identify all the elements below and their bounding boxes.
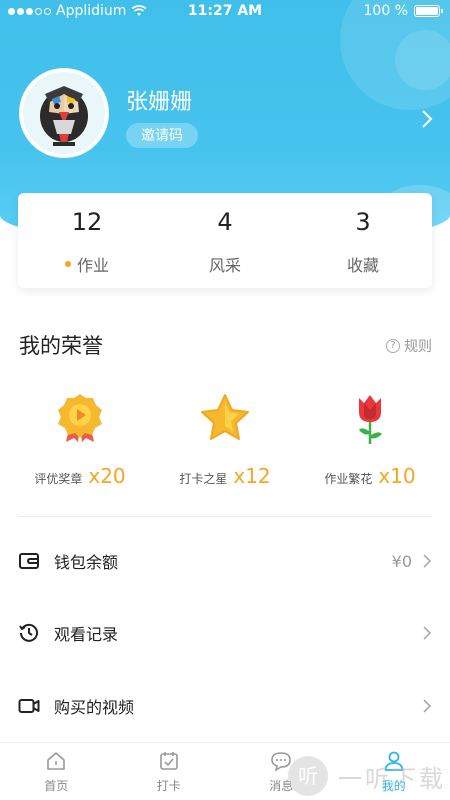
rules-label: 规则 (404, 339, 432, 355)
stat-value: 3 (355, 208, 371, 236)
watermark: 听 一听下载 (286, 754, 446, 798)
stat-value: 12 (71, 208, 103, 236)
wallet-balance: ¥0 (391, 551, 412, 571)
stat-label: 收藏 (346, 256, 379, 275)
history-icon (19, 623, 38, 642)
menu-purchased-videos[interactable]: 购买的视频 (0, 684, 450, 728)
honor-count: x12 (233, 464, 271, 488)
avatar[interactable] (19, 68, 109, 158)
home-icon (47, 752, 66, 770)
tab-label: 打卡 (156, 779, 181, 793)
unread-dot (64, 261, 71, 267)
chevron-right-icon (423, 626, 432, 640)
rules-link[interactable]: ? 规则 (386, 336, 432, 356)
stat-label: 作业 (76, 256, 109, 275)
profile-chevron-right-icon[interactable] (420, 108, 434, 130)
honor-flower[interactable]: 作业繁花 x10 (295, 390, 445, 488)
menu-label: 观看记录 (54, 625, 119, 644)
stat-showcase[interactable]: 4 风采 (156, 193, 294, 288)
tab-home[interactable]: 首页 (0, 743, 113, 800)
watermark-text: 一听下载 (338, 764, 446, 793)
chevron-right-icon (423, 554, 432, 568)
stats-card: 12 作业 4 风采 3 收藏 (18, 193, 432, 288)
tab-label: 首页 (44, 779, 69, 793)
watermark-logo-icon: 听 (288, 756, 328, 796)
question-icon: ? (386, 339, 400, 353)
honor-medal[interactable]: 评优奖章 x20 (5, 390, 155, 488)
user-name: 张姗姗 (126, 90, 193, 115)
honors-title: 我的荣誉 (19, 334, 103, 358)
stat-value: 4 (217, 208, 233, 236)
honor-name: 打卡之星 (179, 472, 228, 486)
battery-percent: 100 % (363, 3, 408, 19)
watermark-icon-glyph: 听 (298, 764, 318, 788)
calendar-check-icon (159, 752, 178, 770)
star-icon (201, 394, 249, 440)
stat-favorites[interactable]: 3 收藏 (294, 193, 432, 288)
stat-homework[interactable]: 12 作业 (18, 193, 156, 288)
invite-code-button[interactable]: 邀请码 (126, 123, 198, 148)
rose-icon (359, 395, 382, 444)
honor-count: x20 (88, 464, 126, 488)
honor-name: 作业繁花 (324, 472, 373, 486)
honor-name: 评优奖章 (34, 472, 83, 486)
menu-wallet[interactable]: 钱包余额 ¥0 (0, 539, 450, 583)
penguin-avatar-icon (40, 86, 88, 146)
section-divider (18, 516, 432, 517)
stat-label: 风采 (208, 256, 241, 275)
decor-bubble (395, 30, 450, 90)
menu-watch-history[interactable]: 观看记录 (0, 611, 450, 655)
battery-icon (414, 5, 443, 17)
honor-star[interactable]: 打卡之星 x12 (150, 390, 300, 488)
medal-icon (58, 394, 102, 442)
chevron-right-icon (423, 699, 432, 713)
wallet-icon (19, 553, 39, 569)
video-camera-icon (18, 699, 40, 713)
menu-label: 购买的视频 (54, 698, 135, 717)
honor-count: x10 (378, 464, 416, 488)
tab-checkin[interactable]: 打卡 (113, 743, 226, 800)
status-bar: Applidium 11:27 AM 100 % (0, 0, 450, 24)
menu-label: 钱包余额 (54, 553, 119, 572)
